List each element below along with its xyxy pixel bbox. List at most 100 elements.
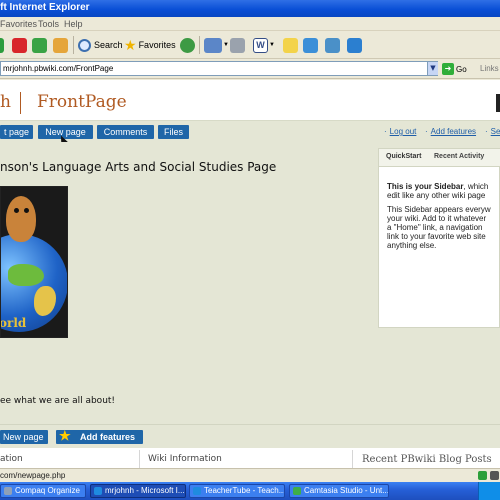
files-button[interactable]: Files xyxy=(158,125,189,139)
back-arrow-button[interactable] xyxy=(0,36,4,54)
new-page-bottom-button[interactable]: New page xyxy=(0,430,48,444)
go-arrow-icon: ➜ xyxy=(442,63,454,75)
status-bar: com/newpage.php xyxy=(0,468,500,482)
log-out-link[interactable]: · Log out xyxy=(384,127,416,136)
taskbar-item-camtasia[interactable]: Camtasia Studio - Unt... xyxy=(289,484,389,498)
header-edge-mark xyxy=(496,94,500,112)
add-features-link[interactable]: · Add features xyxy=(425,127,476,136)
menu-help[interactable]: Help xyxy=(64,19,83,29)
log-out-label: Log out xyxy=(389,127,417,136)
sidebar-line: edit like any other wiki page xyxy=(387,191,486,200)
internet-zone-icon xyxy=(478,471,487,480)
favorites-label: Favorites xyxy=(138,40,176,50)
sidebar-line: a "Home" link, a navigation xyxy=(387,223,483,232)
discuss-button[interactable] xyxy=(283,36,298,54)
go-button[interactable]: ➜ Go xyxy=(442,62,467,76)
bullet-icon: · xyxy=(485,127,488,136)
search-label: Search xyxy=(94,40,123,50)
classroom-photo[interactable]: orld xyxy=(0,186,68,338)
taskbar-item-ie[interactable]: mrjohnh - Microsoft I... xyxy=(90,484,186,498)
ie-icon xyxy=(193,487,201,495)
screen: oft Internet Explorer Favorites Tools He… xyxy=(0,0,500,500)
window-title: oft Internet Explorer xyxy=(0,2,90,13)
folder-icon xyxy=(283,37,298,53)
tools-icon xyxy=(347,37,362,53)
sidebar-line: link to your favorite web site xyxy=(387,232,486,241)
photo-frame xyxy=(0,186,68,338)
chevron-down-icon: ▼ xyxy=(430,64,436,72)
web-page: h FrontPage t page New page Comments Fil… xyxy=(0,80,500,468)
wiki-nav-bar: t page New page Comments Files · Log out … xyxy=(0,120,500,147)
back-arrow-icon xyxy=(0,37,4,53)
word-icon: W xyxy=(253,37,268,53)
menu-tools[interactable]: Tools xyxy=(38,19,59,29)
edit-page-button[interactable]: t page xyxy=(0,125,33,139)
sidebar-line: anything else. xyxy=(387,241,437,250)
status-text: com/newpage.php xyxy=(0,471,66,480)
status-close-icon xyxy=(490,471,499,480)
favorites-button[interactable]: ★ Favorites xyxy=(124,36,176,54)
edit-word-button[interactable]: W ▼ xyxy=(253,36,275,54)
content-heading: nson's Language Arts and Social Studies … xyxy=(0,160,277,174)
system-tray[interactable] xyxy=(478,482,500,500)
mail-button[interactable]: ▼ xyxy=(204,36,229,54)
bottom-action-bar: New page ★ Add features xyxy=(0,424,500,448)
column-divider xyxy=(352,450,353,468)
history-icon xyxy=(180,37,195,53)
sidebar-line: This Sidebar appears everyw xyxy=(387,205,491,214)
menu-favorites[interactable]: Favorites xyxy=(0,19,37,29)
bullet-icon: · xyxy=(425,127,428,136)
toolbar-divider xyxy=(73,36,74,54)
settings-link[interactable]: · Se xyxy=(485,127,500,136)
home-icon xyxy=(53,37,68,53)
taskbar-item-label: Camtasia Studio - Unt... xyxy=(304,486,389,495)
caption-text: ee what we are all about! xyxy=(0,396,116,406)
taskbar-item-label: TeacherTube - Teach... xyxy=(204,486,285,495)
address-dropdown[interactable]: ▼ xyxy=(427,62,438,75)
blog-posts-heading: Recent PBwiki Blog Posts xyxy=(362,454,492,465)
wiki-header: h FrontPage xyxy=(0,80,500,120)
mail-icon xyxy=(204,37,222,53)
sidebar-line: This is your Sidebar, which xyxy=(387,182,489,191)
wiki-name[interactable]: h xyxy=(0,92,11,112)
search-icon xyxy=(78,38,91,52)
star-icon: ★ xyxy=(124,36,137,53)
research-button[interactable] xyxy=(325,36,340,54)
star-icon: ★ xyxy=(59,428,71,443)
toolbar-divider xyxy=(199,36,200,54)
add-features-bottom-button[interactable]: ★ Add features xyxy=(56,428,143,444)
windows-taskbar: Compaq Organize mrjohnh - Microsoft I...… xyxy=(0,482,500,500)
add-features-bottom-label: Add features xyxy=(80,432,136,442)
links-menu[interactable]: Links xyxy=(480,64,499,73)
chevron-down-icon: ▼ xyxy=(223,42,229,48)
refresh-button[interactable] xyxy=(32,36,47,54)
lower-panels: ation Wiki Information Recent PBwiki Blo… xyxy=(0,448,500,468)
home-button[interactable] xyxy=(53,36,68,54)
history-button[interactable] xyxy=(180,36,195,54)
stop-icon xyxy=(12,37,27,53)
browser-toolbar: Search ★ Favorites ▼ W ▼ xyxy=(0,31,500,59)
ie-icon xyxy=(94,487,102,495)
print-button[interactable] xyxy=(230,36,245,54)
taskbar-item-label: mrjohnh - Microsoft I... xyxy=(105,486,185,495)
tools-button[interactable] xyxy=(347,36,362,54)
page-title: FrontPage xyxy=(37,92,127,112)
comments-button[interactable]: Comments xyxy=(97,125,154,139)
search-button[interactable]: Search xyxy=(78,36,123,54)
messenger-button[interactable] xyxy=(303,36,318,54)
address-bar: mrjohnh.pbwiki.com/FrontPage ▼ ➜ Go Link… xyxy=(0,59,500,79)
add-features-label: Add features xyxy=(430,127,477,136)
bullet-icon: · xyxy=(384,127,387,136)
compaq-icon xyxy=(4,487,12,495)
menu-bar: Favorites Tools Help xyxy=(0,17,500,31)
research-icon xyxy=(325,37,340,53)
tab-quickstart[interactable]: QuickStart xyxy=(386,153,421,160)
sidebar-tabs: QuickStart Recent Activity xyxy=(379,149,500,167)
tab-recent-activity[interactable]: Recent Activity xyxy=(434,153,484,160)
address-input[interactable]: mrjohnh.pbwiki.com/FrontPage xyxy=(0,61,438,76)
taskbar-item-teachertube[interactable]: TeacherTube - Teach... xyxy=(189,484,285,498)
stop-button[interactable] xyxy=(12,36,27,54)
taskbar-item-compaq[interactable]: Compaq Organize xyxy=(0,484,86,498)
print-icon xyxy=(230,37,245,53)
camtasia-icon xyxy=(293,487,301,495)
